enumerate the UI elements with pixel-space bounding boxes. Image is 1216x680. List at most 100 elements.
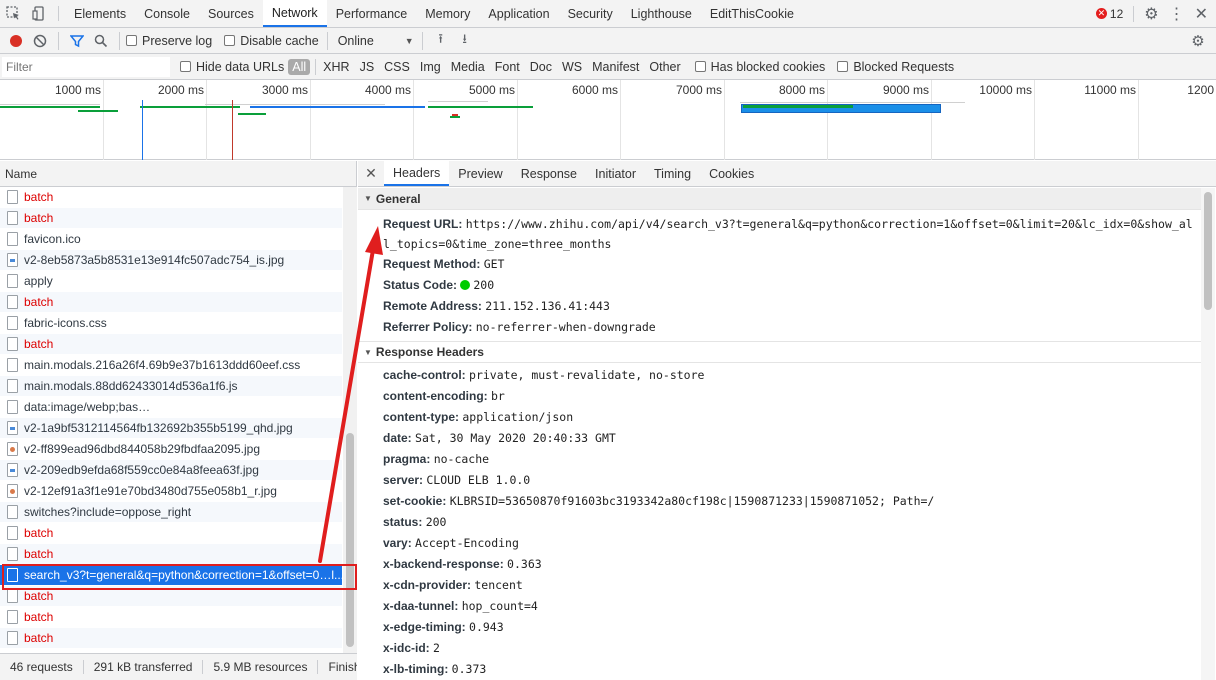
import-har-button[interactable]: ⭱ bbox=[429, 29, 453, 53]
filter-type-doc[interactable]: Doc bbox=[526, 59, 556, 75]
response-headers-section-header[interactable]: ▼ Response Headers bbox=[358, 341, 1201, 363]
request-row[interactable]: switches?include=oppose_right bbox=[0, 502, 342, 523]
filter-type-js[interactable]: JS bbox=[356, 59, 379, 75]
tab-sources[interactable]: Sources bbox=[199, 0, 263, 27]
export-har-button[interactable]: ⭳ bbox=[453, 29, 477, 53]
request-name: v2-ff899ead96dbd844058b29fbdfaa2095.jpg bbox=[24, 442, 261, 456]
request-row[interactable]: main.modals.88dd62433014d536a1f6.js bbox=[0, 376, 342, 397]
request-name: batch bbox=[24, 295, 54, 309]
error-count-badge[interactable]: ✕ 12 bbox=[1095, 7, 1123, 21]
overview-tick: 8000 ms bbox=[779, 80, 828, 160]
header-value: 0.363 bbox=[507, 557, 542, 571]
overview-tick: 9000 ms bbox=[883, 80, 932, 160]
tab-memory[interactable]: Memory bbox=[416, 0, 479, 27]
device-toolbar-icon[interactable] bbox=[26, 0, 52, 27]
has-blocked-cookies-checkbox[interactable]: Has blocked cookies bbox=[694, 60, 825, 74]
request-row[interactable]: v2-1a9bf5312114564fb132692b355b5199_qhd.… bbox=[0, 418, 342, 439]
network-overview-timeline[interactable]: 1000 ms 2000 ms 3000 ms 4000 ms 5000 ms … bbox=[0, 80, 1216, 160]
tab-response[interactable]: Response bbox=[512, 161, 586, 186]
tab-elements[interactable]: Elements bbox=[65, 0, 135, 27]
filter-type-other[interactable]: Other bbox=[645, 59, 684, 75]
more-options-icon[interactable]: ⋮ bbox=[1165, 4, 1189, 24]
filter-input[interactable] bbox=[2, 56, 170, 77]
header-value: no-cache bbox=[433, 452, 490, 466]
overview-bar bbox=[428, 106, 533, 108]
request-row[interactable]: batch bbox=[0, 208, 342, 229]
checkbox-box[interactable] bbox=[126, 35, 137, 46]
filter-type-xhr[interactable]: XHR bbox=[319, 59, 353, 75]
request-row[interactable]: batch bbox=[0, 292, 342, 313]
tab-timing[interactable]: Timing bbox=[645, 161, 700, 186]
request-row[interactable]: apply bbox=[0, 271, 342, 292]
general-section-header[interactable]: ▼ General bbox=[358, 188, 1201, 210]
disable-cache-checkbox[interactable]: Disable cache bbox=[224, 34, 319, 48]
tab-cookies[interactable]: Cookies bbox=[700, 161, 763, 186]
request-row[interactable]: batch bbox=[0, 544, 342, 565]
request-row[interactable]: data:image/webp;bas… bbox=[0, 397, 342, 418]
request-row[interactable]: v2-ff899ead96dbd844058b29fbdfaa2095.jpg bbox=[0, 439, 342, 460]
tab-security[interactable]: Security bbox=[559, 0, 622, 27]
clear-button[interactable] bbox=[28, 29, 52, 53]
close-details-icon[interactable]: ✕ bbox=[358, 161, 384, 186]
blocked-requests-checkbox[interactable]: Blocked Requests bbox=[837, 60, 954, 74]
request-row[interactable]: batch bbox=[0, 628, 342, 649]
scrollbar-thumb[interactable] bbox=[346, 433, 354, 647]
tab-lighthouse[interactable]: Lighthouse bbox=[622, 0, 701, 27]
network-settings-button[interactable]: ⚙ bbox=[1186, 29, 1210, 53]
tab-application[interactable]: Application bbox=[479, 0, 558, 27]
remote-address-key: Remote Address: bbox=[383, 299, 482, 313]
request-row[interactable]: v2-209edb9efda68f559cc0e84a8feea63f.jpg bbox=[0, 460, 342, 481]
record-button[interactable] bbox=[4, 29, 28, 53]
details-scrollbar[interactable] bbox=[1201, 188, 1215, 680]
filter-type-manifest[interactable]: Manifest bbox=[588, 59, 643, 75]
checkbox-box[interactable] bbox=[694, 61, 706, 72]
close-devtools-icon[interactable]: ✕ bbox=[1195, 4, 1208, 24]
filter-type-img[interactable]: Img bbox=[416, 59, 445, 75]
inspect-element-icon[interactable] bbox=[0, 0, 26, 27]
checkbox-box[interactable] bbox=[837, 61, 849, 72]
overview-tick: 1000 ms bbox=[55, 80, 104, 160]
search-button[interactable] bbox=[89, 29, 113, 53]
request-row[interactable]: batch bbox=[0, 187, 342, 208]
request-method-value: GET bbox=[483, 257, 505, 271]
header-key: pragma: bbox=[383, 452, 431, 466]
checkbox-box[interactable] bbox=[224, 35, 236, 46]
tab-console[interactable]: Console bbox=[135, 0, 199, 27]
tab-preview[interactable]: Preview bbox=[449, 161, 511, 186]
filter-type-all[interactable]: All bbox=[288, 58, 311, 75]
tab-editthiscookie[interactable]: EditThisCookie bbox=[701, 0, 803, 27]
request-row[interactable]: favicon.ico bbox=[0, 229, 342, 250]
request-row[interactable]: fabric-icons.css bbox=[0, 313, 342, 334]
throttling-select[interactable]: Online ▼ bbox=[334, 34, 416, 48]
filter-type-css[interactable]: CSS bbox=[380, 59, 414, 75]
preserve-log-checkbox[interactable]: Preserve log bbox=[126, 34, 212, 48]
request-row[interactable]: batch bbox=[0, 607, 342, 628]
tab-headers[interactable]: Headers bbox=[384, 161, 450, 186]
request-row[interactable]: v2-12ef91a3f1e91e70bd3480d755e058b1_r.jp… bbox=[0, 481, 342, 502]
resources-size: 5.9 MB resources bbox=[203, 660, 319, 674]
settings-gear-icon[interactable]: ⚙ bbox=[1144, 4, 1158, 24]
tab-performance[interactable]: Performance bbox=[327, 0, 417, 27]
tab-initiator[interactable]: Initiator bbox=[586, 161, 645, 186]
toolbar-divider bbox=[421, 31, 423, 50]
header-value: 0.373 bbox=[451, 662, 487, 676]
request-row[interactable]: v2-8eb5873a5b8531e13e914fc507adc754_is.j… bbox=[0, 250, 342, 271]
file-icon bbox=[7, 211, 18, 225]
tab-network[interactable]: Network bbox=[262, 0, 327, 27]
request-details-pane: ✕ Headers Preview Response Initiator Tim… bbox=[358, 161, 1216, 680]
image-file-icon bbox=[7, 484, 18, 498]
file-icon bbox=[7, 190, 18, 204]
filter-type-ws[interactable]: WS bbox=[558, 59, 586, 75]
filter-toggle-button[interactable] bbox=[65, 29, 89, 53]
request-name: favicon.ico bbox=[24, 232, 81, 246]
request-row[interactable]: batch bbox=[0, 334, 342, 355]
filter-type-media[interactable]: Media bbox=[447, 59, 489, 75]
filter-type-font[interactable]: Font bbox=[491, 59, 524, 75]
name-column-header[interactable]: Name bbox=[0, 161, 356, 187]
hide-data-urls-checkbox[interactable]: Hide data URLs bbox=[180, 60, 284, 74]
finish-time: Finish bbox=[328, 660, 357, 674]
checkbox-box[interactable] bbox=[180, 61, 191, 72]
scrollbar-thumb[interactable] bbox=[1204, 192, 1212, 310]
request-row[interactable]: batch bbox=[0, 523, 342, 544]
request-row[interactable]: main.modals.216a26f4.69b9e37b1613ddd60ee… bbox=[0, 355, 342, 376]
